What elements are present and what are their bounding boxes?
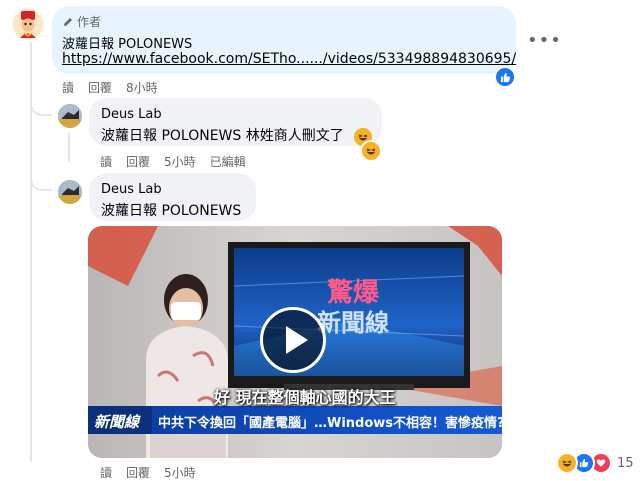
reply-author[interactable]: Deus Lab — [101, 107, 162, 122]
reply-actions: 讀回覆 5小時 — [100, 464, 210, 481]
more-options-icon[interactable]: ••• — [527, 30, 562, 51]
reaction-count[interactable]: 15 — [617, 456, 634, 471]
reply-author-avatar[interactable] — [58, 104, 82, 128]
like-link[interactable]: 讀 — [100, 466, 112, 480]
like-link[interactable]: 讀 — [62, 81, 74, 95]
tv-title-line1: 驚爆 — [326, 278, 379, 308]
deus-lab-avatar-icon — [58, 104, 82, 128]
reply-link[interactable]: 回覆 — [126, 155, 150, 169]
reply-timestamp[interactable]: 5小時 — [164, 466, 196, 480]
haha-reaction-badge[interactable] — [360, 140, 382, 162]
like-link[interactable]: 讀 — [100, 155, 112, 169]
reply-author-avatar[interactable] — [58, 180, 82, 204]
video-link[interactable]: https://www.facebook.com/SETho....../vid… — [62, 51, 516, 67]
edited-label[interactable]: 已編輯 — [210, 155, 246, 169]
ticker-logo: 新聞線 — [94, 413, 140, 431]
mention-link[interactable]: 波蘿日報 POLONEWS — [101, 200, 241, 220]
reply-message: 林姓商人刪文了 — [241, 128, 344, 144]
pencil-icon — [64, 17, 72, 26]
author-badge: 作者 — [62, 13, 101, 30]
play-button[interactable] — [260, 307, 326, 373]
reply-actions: 讀回覆 5小時 已編輯 — [100, 153, 260, 170]
reply-link[interactable]: 回覆 — [88, 81, 112, 95]
thread-line — [68, 132, 70, 162]
author-badge-label: 作者 — [77, 15, 102, 29]
polonews-logo-icon — [13, 9, 43, 39]
haha-icon — [556, 452, 578, 474]
thread-connector — [30, 175, 52, 191]
author-avatar[interactable] — [12, 8, 44, 40]
deus-lab-avatar-icon — [58, 180, 82, 204]
reaction-summary[interactable]: 15 — [556, 452, 634, 474]
reply-link[interactable]: 回覆 — [126, 466, 150, 480]
ticker-text: 中共下令換回「國產電腦」…Windows不相容！害慘疫情? — [158, 416, 502, 431]
haha-icon — [364, 144, 378, 158]
thread-connector — [30, 100, 52, 116]
reply-bubble: Deus Lab 波蘿日報 POLONEWS — [89, 173, 256, 221]
reply-bubble: Deus Lab 波蘿日報 POLONEWS 林姓商人刪文了 — [89, 98, 382, 146]
like-reaction-badge[interactable] — [494, 66, 516, 88]
subtitle: 好 現在整個軸心國的大王 — [214, 388, 396, 407]
mention-link[interactable]: 波蘿日報 POLONEWS — [101, 128, 241, 144]
reply-timestamp[interactable]: 5小時 — [164, 155, 196, 169]
comment-actions: 讀回覆 8小時 — [62, 79, 172, 96]
comment-author[interactable]: 波蘿日報 POLONEWS — [62, 33, 192, 52]
comment-timestamp[interactable]: 8小時 — [126, 81, 158, 95]
like-icon — [500, 72, 510, 82]
reply-text: 波蘿日報 POLONEWS 林姓商人刪文了 — [101, 125, 344, 145]
play-icon — [286, 326, 308, 354]
comment-bubble: 作者 波蘿日報 POLONEWS https://www.facebook.co… — [52, 6, 516, 74]
video-thumbnail[interactable]: 驚爆 新聞線 好 現在整個軸心國的大王 新聞線 中共下令換回「國產電腦」…Win… — [88, 226, 502, 458]
reply-author[interactable]: Deus Lab — [101, 182, 162, 197]
